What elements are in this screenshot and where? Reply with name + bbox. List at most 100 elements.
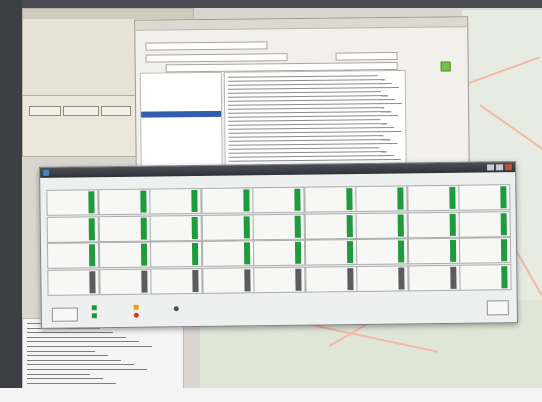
status-tile[interactable] — [150, 267, 203, 295]
photo-of-monitor — [0, 0, 542, 402]
status-tile[interactable] — [47, 268, 100, 296]
status-tile[interactable] — [458, 184, 511, 211]
status-indicator — [295, 268, 302, 291]
file-window-green-button — [440, 61, 451, 72]
console-line — [27, 350, 95, 352]
status-tile[interactable] — [356, 264, 409, 292]
file-list-row — [228, 111, 392, 114]
file-window-field — [145, 41, 268, 51]
background-mini-button — [63, 106, 99, 116]
status-indicator — [139, 190, 147, 213]
status-tile[interactable] — [458, 237, 512, 264]
file-window-titlebar — [135, 17, 468, 31]
file-list-row — [228, 158, 401, 162]
status-tile[interactable] — [98, 268, 152, 295]
status-tile[interactable] — [201, 266, 255, 294]
legend-swatch — [91, 313, 97, 319]
console-line — [27, 355, 108, 357]
status-tile[interactable] — [98, 241, 151, 269]
file-list — [223, 69, 407, 174]
console-line — [27, 373, 90, 375]
status-tile[interactable] — [303, 186, 357, 213]
status-tile[interactable] — [97, 188, 151, 216]
status-tile[interactable] — [46, 242, 100, 269]
background-file-window — [134, 16, 470, 180]
file-list-row — [228, 127, 395, 130]
console-line — [27, 364, 134, 366]
monitor-bezel-left — [0, 0, 22, 402]
status-indicator — [140, 217, 147, 240]
console-line — [27, 346, 152, 347]
status-indicator — [346, 241, 353, 264]
status-indicator — [397, 213, 404, 237]
file-list-row — [228, 123, 388, 126]
minimize-icon[interactable] — [487, 164, 495, 171]
legend-swatch — [91, 305, 97, 311]
status-tile[interactable] — [201, 213, 254, 241]
corner-button[interactable] — [486, 300, 509, 316]
status-tile[interactable] — [200, 187, 254, 214]
status-tile[interactable] — [149, 214, 202, 242]
status-tile[interactable] — [407, 211, 460, 238]
status-tile[interactable] — [355, 185, 408, 213]
status-indicator — [449, 213, 456, 236]
status-tile[interactable] — [253, 266, 306, 293]
file-list-row — [228, 143, 398, 146]
console-line — [27, 378, 103, 380]
status-tile[interactable] — [355, 238, 409, 266]
status-indicator — [88, 244, 96, 267]
status-tile[interactable] — [407, 237, 460, 265]
file-list-row — [227, 79, 385, 82]
maximize-icon[interactable] — [496, 164, 504, 171]
status-tile[interactable] — [304, 265, 358, 293]
status-tile[interactable] — [46, 215, 99, 243]
status-tile[interactable] — [149, 187, 202, 215]
file-list-row — [228, 107, 385, 110]
console-line — [27, 341, 139, 343]
status-tile[interactable] — [201, 240, 254, 267]
status-indicator — [294, 188, 301, 211]
console-line — [27, 359, 121, 361]
status-window — [39, 161, 518, 329]
status-indicator — [346, 267, 354, 290]
status-tile[interactable] — [458, 210, 511, 238]
status-indicator — [500, 239, 508, 262]
console-line — [27, 336, 126, 338]
status-tile[interactable] — [252, 186, 305, 214]
console-line — [27, 369, 147, 370]
status-tile[interactable] — [406, 184, 460, 212]
app-icon — [43, 169, 50, 176]
status-indicator — [449, 239, 456, 262]
status-tile[interactable] — [149, 240, 203, 268]
file-tree-selection — [141, 110, 222, 118]
status-tile[interactable] — [252, 213, 305, 240]
status-tile[interactable] — [98, 215, 151, 242]
status-indicator — [140, 270, 148, 293]
window-controls — [487, 164, 513, 171]
status-tile[interactable] — [46, 189, 99, 216]
background-mini-button — [101, 106, 131, 116]
map-road — [479, 104, 542, 158]
status-tile[interactable] — [459, 263, 512, 291]
status-tile[interactable] — [407, 264, 461, 291]
close-icon[interactable] — [505, 164, 513, 171]
status-tile[interactable] — [304, 212, 357, 240]
status-indicator — [398, 266, 405, 290]
file-tree — [139, 71, 223, 175]
status-tile[interactable] — [252, 239, 306, 267]
status-indicator — [191, 189, 198, 213]
photo-bottom-edge — [0, 388, 542, 402]
status-indicator — [397, 240, 405, 263]
status-indicator — [397, 187, 404, 210]
file-list-row — [227, 83, 392, 86]
file-list-row — [228, 147, 380, 150]
status-indicator — [88, 191, 95, 214]
status-indicator — [191, 242, 199, 266]
status-indicator — [346, 214, 353, 237]
exit-button[interactable] — [51, 307, 78, 322]
status-tile[interactable] — [355, 211, 408, 239]
file-list-row — [228, 130, 402, 134]
status-indicator — [88, 217, 95, 240]
status-window-footer — [42, 294, 517, 326]
status-tile[interactable] — [304, 239, 357, 266]
